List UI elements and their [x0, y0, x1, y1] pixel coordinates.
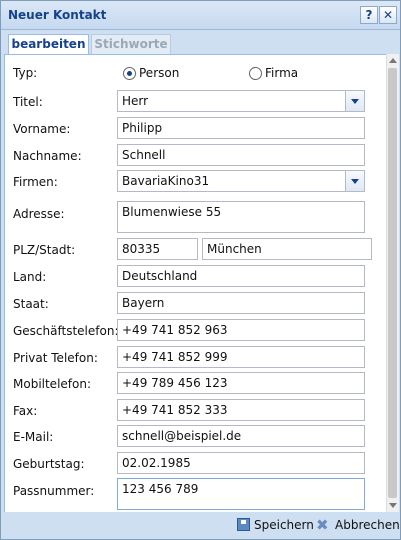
vorname-label: Vorname: [13, 122, 71, 136]
stadt-field[interactable]: München [202, 238, 372, 260]
privat-telefon-field[interactable]: +49 741 852 999 [117, 346, 365, 368]
cancel-button[interactable]: ✖ Abbrechen [316, 515, 400, 535]
firmen-combo[interactable]: BavariaKino31 [117, 170, 365, 192]
vorname-field[interactable]: Philipp [117, 117, 365, 139]
staat-field[interactable]: Bayern [117, 292, 365, 314]
fax-label: Fax: [13, 404, 38, 418]
tab-strip: bearbeiten Stichworte [1, 30, 400, 54]
staat-label: Staat: [13, 297, 49, 311]
adresse-field[interactable]: Blumenwiese 55 [117, 201, 365, 233]
email-label: E-Mail: [13, 430, 54, 444]
save-icon [237, 518, 250, 531]
geburtstag-label: Geburtstag: [13, 457, 85, 471]
titel-combo[interactable]: Herr [117, 90, 365, 112]
window-title: Neuer Kontakt [8, 8, 107, 22]
form-scrollbar[interactable] [386, 54, 399, 512]
plz-stadt-label: PLZ/Stadt: [13, 243, 76, 257]
radio-firma-label[interactable]: Firma [265, 66, 298, 80]
mobiltelefon-field[interactable]: +49 789 456 123 [117, 372, 365, 394]
passnummer-field[interactable]: 123 456 789 [117, 478, 365, 510]
form-panel: Typ: Person Firma Titel: Herr Vorname: P… [4, 54, 387, 514]
contact-dialog: Neuer Kontakt ? ✕ bearbeiten Stichworte … [0, 0, 401, 540]
button-bar: Speichern ✖ Abbrechen [1, 512, 400, 539]
passnummer-label: Passnummer: [13, 484, 95, 498]
privat-telefon-label: Privat Telefon: [13, 351, 98, 365]
cancel-button-label: Abbrechen [335, 518, 400, 532]
firmen-value: BavariaKino31 [122, 174, 210, 188]
radio-firma[interactable] [249, 67, 262, 80]
nachname-label: Nachname: [13, 149, 82, 163]
fax-field[interactable]: +49 741 852 333 [117, 399, 365, 421]
geschaeftstelefon-label: Geschäftstelefon: [13, 324, 119, 338]
chevron-down-icon[interactable] [345, 171, 364, 191]
help-icon[interactable]: ? [360, 6, 378, 24]
titel-value: Herr [122, 94, 149, 108]
firmen-label: Firmen: [13, 175, 58, 189]
radio-person-label[interactable]: Person [139, 66, 179, 80]
scrollbar-thumb[interactable] [388, 68, 397, 498]
mobiltelefon-label: Mobiltelefon: [13, 377, 91, 391]
chevron-down-icon[interactable] [345, 91, 364, 111]
title-bar[interactable]: Neuer Kontakt ? ✕ [1, 1, 400, 30]
cancel-icon: ✖ [316, 516, 329, 534]
titel-label: Titel: [13, 95, 43, 109]
close-icon[interactable]: ✕ [379, 6, 397, 24]
adresse-label: Adresse: [13, 207, 65, 221]
scroll-down-icon[interactable] [389, 503, 397, 508]
email-field[interactable]: schnell@beispiel.de [117, 425, 365, 447]
geburtstag-field[interactable]: 02.02.1985 [117, 452, 365, 474]
save-button-label: Speichern [254, 518, 314, 532]
nachname-field[interactable]: Schnell [117, 144, 365, 166]
tab-bearbeiten[interactable]: bearbeiten [8, 34, 89, 54]
typ-label: Typ: [13, 66, 38, 80]
geschaeftstelefon-field[interactable]: +49 741 852 963 [117, 319, 365, 341]
land-label: Land: [13, 270, 47, 284]
save-button[interactable]: Speichern [237, 515, 314, 535]
land-field[interactable]: Deutschland [117, 265, 365, 287]
radio-person[interactable] [123, 67, 136, 80]
plz-field[interactable]: 80335 [117, 238, 198, 260]
scroll-up-icon[interactable] [389, 58, 397, 63]
tab-stichworte[interactable]: Stichworte [91, 34, 171, 54]
